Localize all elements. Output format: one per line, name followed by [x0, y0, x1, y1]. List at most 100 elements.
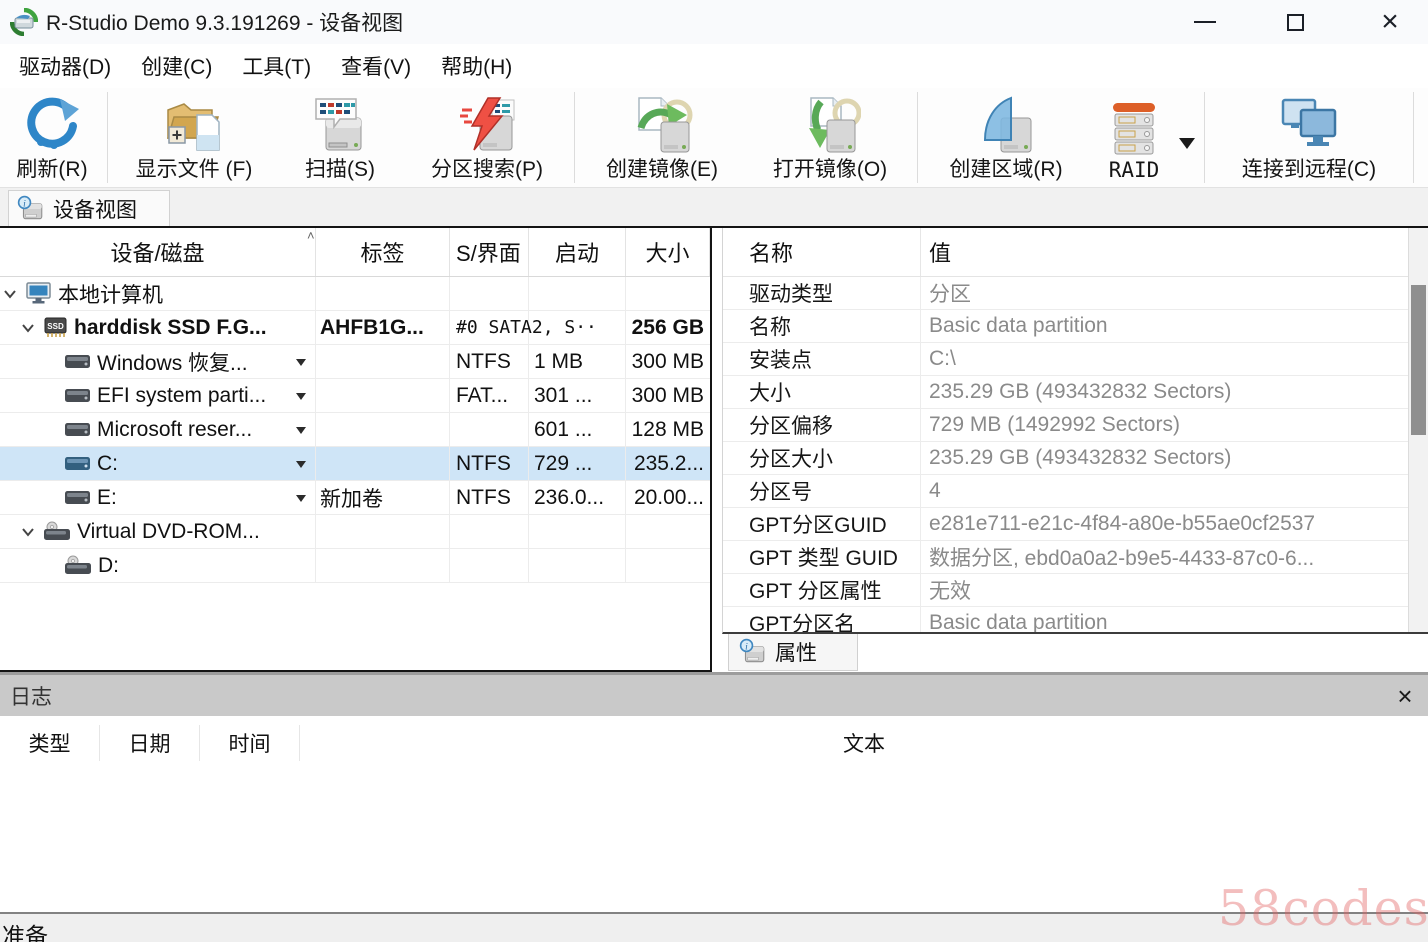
svg-text:i: i	[23, 198, 26, 209]
menu-bar: 驱动器(D) 创建(C) 工具(T) 查看(V) 帮助(H)	[0, 44, 1428, 88]
tree-row-harddisk-ssd[interactable]: SSD harddisk SSD F.G... AHFB1G... #0 SAT…	[0, 311, 710, 345]
open-image-button[interactable]: 打开镜像(O)	[746, 88, 914, 187]
window-title: R-Studio Demo 9.3.191269 - 设备视图	[46, 7, 403, 37]
maximize-button[interactable]	[1270, 0, 1320, 44]
refresh-button[interactable]: 刷新(R)	[0, 88, 104, 187]
log-column-date[interactable]: 日期	[100, 725, 200, 761]
column-header-name[interactable]: 名称	[723, 228, 921, 276]
column-header-value[interactable]: 值	[921, 236, 1428, 268]
scan-icon	[311, 96, 369, 154]
expand-chevron-icon[interactable]	[3, 287, 19, 301]
expand-chevron-icon[interactable]	[21, 525, 37, 539]
connect-remote-icon	[1277, 96, 1341, 154]
scan-button[interactable]: 扫描(S)	[277, 88, 403, 187]
properties-scrollbar[interactable]	[1408, 228, 1428, 632]
close-button[interactable]: ×	[1365, 0, 1415, 44]
tree-row-efi-system[interactable]: EFI system parti... FAT... 301 ... 300 M…	[0, 379, 710, 413]
partition-search-button[interactable]: 分区搜索(P)	[403, 88, 571, 187]
row-dropdown-arrow[interactable]	[296, 393, 306, 400]
row-dropdown-arrow[interactable]	[296, 359, 306, 366]
property-row-gpt-type-guid[interactable]: GPT 类型 GUID数据分区, ebd0a0a2-b9e5-4433-87c0…	[723, 541, 1428, 574]
show-files-icon	[164, 96, 224, 154]
log-column-text[interactable]: 文本	[300, 725, 1428, 761]
column-header-interface[interactable]: S/界面	[450, 228, 529, 276]
tab-properties[interactable]: i 属性	[728, 634, 858, 671]
menu-drive[interactable]: 驱动器(D)	[4, 45, 126, 87]
partition-icon	[64, 388, 91, 403]
log-column-time[interactable]: 时间	[200, 725, 300, 761]
connect-remote-button[interactable]: 连接到远程(C)	[1208, 88, 1410, 187]
row-dropdown-arrow[interactable]	[296, 427, 306, 434]
minimize-button[interactable]	[1180, 0, 1230, 44]
properties-panel: 名称 值 驱动类型分区 名称Basic data partition 安装点C:…	[722, 228, 1428, 634]
column-header-start[interactable]: 启动	[529, 228, 626, 276]
property-row-partition-offset[interactable]: 分区偏移729 MB (1492992 Sectors)	[723, 409, 1428, 442]
partition-icon	[64, 490, 91, 505]
show-files-button[interactable]: 显示文件 (F)	[111, 88, 277, 187]
create-image-button[interactable]: 创建镜像(E)	[578, 88, 746, 187]
row-dropdown-arrow[interactable]	[296, 461, 306, 468]
toolbar-separator	[574, 92, 575, 183]
tree-row-local-computer[interactable]: 本地计算机	[0, 277, 710, 311]
tree-row-virtual-dvdrom[interactable]: Virtual DVD-ROM...	[0, 515, 710, 549]
property-row-drive-type[interactable]: 驱动类型分区	[723, 277, 1428, 310]
menu-create[interactable]: 创建(C)	[126, 45, 227, 87]
tab-bar: i 设备视图	[0, 188, 1428, 226]
property-row-partition-size[interactable]: 分区大小235.29 GB (493432832 Sectors)	[723, 442, 1428, 475]
properties-tab-icon: i	[739, 638, 767, 666]
tab-device-view[interactable]: i 设备视图	[8, 190, 170, 226]
create-region-button[interactable]: 创建区域(R)	[921, 88, 1091, 187]
close-icon: ×	[1381, 7, 1399, 37]
dvd-drive-icon	[64, 555, 92, 576]
raid-dropdown-arrow[interactable]	[1179, 138, 1195, 149]
expand-chevron-icon[interactable]	[21, 321, 37, 335]
svg-text:SSD: SSD	[47, 322, 64, 331]
toolbar-separator	[917, 92, 918, 183]
tree-row-c-drive[interactable]: C: NTFS 729 ... 235.2...	[0, 447, 710, 481]
status-bar: 准备	[0, 912, 1428, 942]
column-header-device[interactable]: 设备/磁盘	[0, 228, 316, 276]
device-tree-header: 设备/磁盘 标签 S/界面 启动 大小 ˄	[0, 228, 710, 277]
sort-ascending-icon: ˄	[307, 228, 315, 243]
minimize-icon	[1194, 21, 1216, 23]
log-body	[0, 770, 1428, 912]
tree-row-windows-recovery[interactable]: Windows 恢复... NTFS 1 MB 300 MB	[0, 345, 710, 379]
dvd-drive-icon	[43, 521, 71, 542]
partition-icon-selected	[64, 456, 91, 471]
log-header: 日志 ×	[0, 675, 1428, 716]
property-row-mount-point[interactable]: 安装点C:\	[723, 343, 1428, 376]
tree-row-microsoft-reserved[interactable]: Microsoft reser... 601 ... 128 MB	[0, 413, 710, 447]
panel-divider	[0, 226, 1428, 228]
scrollbar-thumb[interactable]	[1411, 285, 1426, 435]
properties-header: 名称 值	[723, 228, 1428, 277]
tree-row-e-drive[interactable]: E: 新加卷 NTFS 236.0... 20.00...	[0, 481, 710, 515]
column-header-label[interactable]: 标签	[316, 228, 450, 276]
property-row-partition-number[interactable]: 分区号4	[723, 475, 1428, 508]
column-header-size[interactable]: 大小	[626, 228, 710, 276]
toolbar-separator	[1204, 92, 1205, 183]
log-close-icon[interactable]: ×	[1392, 683, 1418, 709]
log-title: 日志	[10, 681, 52, 711]
raid-button[interactable]: RAID	[1091, 95, 1177, 187]
tab-properties-label: 属性	[775, 637, 817, 667]
menu-view[interactable]: 查看(V)	[326, 45, 426, 87]
property-row-size[interactable]: 大小235.29 GB (493432832 Sectors)	[723, 376, 1428, 409]
log-column-headers: 类型 日期 时间 文本	[0, 716, 1428, 770]
device-tree-panel: 设备/磁盘 标签 S/界面 启动 大小 ˄ 本地计算机 SSD	[0, 228, 712, 672]
menu-tools[interactable]: 工具(T)	[227, 45, 326, 87]
device-view-tab-icon: i	[17, 195, 45, 223]
menu-help[interactable]: 帮助(H)	[426, 45, 527, 87]
create-region-icon	[977, 96, 1035, 154]
property-row-gpt-partition-guid[interactable]: GPT分区GUIDe281e711-e21c-4f84-a80e-b55ae0c…	[723, 508, 1428, 541]
log-column-type[interactable]: 类型	[0, 725, 100, 761]
property-row-name[interactable]: 名称Basic data partition	[723, 310, 1428, 343]
partition-icon	[64, 422, 91, 437]
svg-text:i: i	[745, 641, 748, 652]
partition-icon	[64, 354, 91, 369]
toolbar: 刷新(R) 显示文件 (F) 扫描(S)	[0, 88, 1428, 188]
row-dropdown-arrow[interactable]	[296, 495, 306, 502]
ssd-icon: SSD	[43, 315, 68, 340]
tree-row-d-drive[interactable]: D:	[0, 549, 710, 583]
property-row-gpt-attributes[interactable]: GPT 分区属性无效	[723, 574, 1428, 607]
property-row-gpt-partition-name[interactable]: GPT分区名Basic data partition	[723, 607, 1428, 634]
